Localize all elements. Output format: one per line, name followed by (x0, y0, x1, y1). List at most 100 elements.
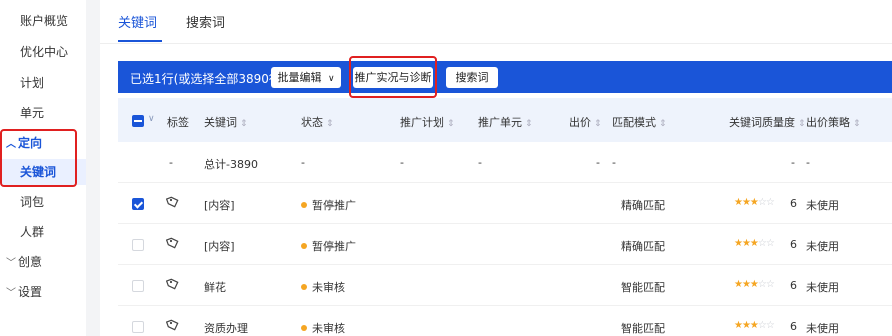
sort-icon: ⇕ (326, 119, 334, 129)
summary-bid: - (596, 156, 600, 169)
chevron-up-icon: ︿ (6, 139, 16, 150)
bulk-edit-button[interactable]: 批量编辑 ∨ (271, 67, 341, 88)
chevron-down-icon[interactable]: ∨ (148, 114, 155, 124)
keyword-cell: [内容] (204, 199, 235, 212)
sidebar-item-plan[interactable]: 计划 (0, 70, 86, 96)
table-header: ∨ 标签 关键词 ⇕ 状态 ⇕ 推广计划 ⇕ 推广单元 ⇕ 出价 ⇕ 匹配模式 ⇕ 关键词质… (118, 98, 892, 142)
column-header-label: 关键词 (204, 116, 237, 129)
quality-score: 6 (790, 238, 797, 251)
sort-icon: ⇕ (240, 119, 248, 129)
sidebar-item-label: 创意 (18, 255, 43, 269)
sort-icon: ⇕ (798, 119, 806, 129)
sort-icon: ⇕ (594, 119, 602, 129)
search-terms-button[interactable]: 搜索词 (446, 67, 498, 88)
column-header-bid-strategy[interactable]: 出价策略 ⇕ (806, 114, 861, 130)
quality-score: 6 (790, 279, 797, 292)
column-header-label: 状态 (301, 116, 323, 129)
diagnose-label: 推广实况与诊断 (354, 71, 432, 84)
sidebar-item-keywords[interactable]: 关键词 (0, 159, 86, 185)
summary-campaign: - (400, 156, 404, 169)
summary-bid-strategy: - (806, 156, 810, 169)
column-header-label: 出价 (569, 116, 591, 129)
sidebar-item-unit[interactable]: 单元 (0, 100, 86, 126)
summary-keyword-total: 总计-3890 (204, 158, 258, 171)
match-cell: 精确匹配 (621, 199, 665, 212)
keyword-cell: 资质办理 (204, 322, 248, 335)
status-text: 暂停推广 (312, 199, 356, 212)
status-text: 未审核 (312, 322, 345, 335)
column-header-campaign[interactable]: 推广计划 ⇕ (400, 114, 455, 130)
row-checkbox[interactable] (132, 280, 144, 292)
row-checkbox[interactable] (132, 198, 144, 210)
sidebar-item-label: 计划 (20, 76, 45, 90)
row-checkbox[interactable] (132, 321, 144, 333)
table-row[interactable]: 资质办理 未审核 智能匹配 ★★★☆☆ 6 未使用 (118, 306, 892, 336)
tag-icon[interactable] (166, 318, 180, 332)
column-header-tag: 标签 (167, 116, 189, 129)
tag-icon[interactable] (166, 236, 180, 250)
bulk-action-bar: 已选1行(或选择全部3890行) 批量编辑 ∨ 推广实况与诊断 搜索词 (118, 61, 892, 93)
column-header-bid[interactable]: 出价 ⇕ (569, 114, 602, 130)
tab-keywords[interactable]: 关键词 (118, 12, 157, 31)
tag-icon[interactable] (166, 277, 180, 291)
status-cell: 未审核 (301, 320, 345, 336)
sidebar-group-targeting[interactable]: ︿ 定向 (0, 130, 86, 156)
column-header-label: 推广计划 (400, 116, 444, 129)
table-row[interactable]: [内容] 暂停推广 精确匹配 ★★★☆☆ 6 未使用 (118, 183, 892, 224)
status-dot-icon (301, 243, 307, 249)
sidebar-item-audience[interactable]: 人群 (0, 219, 86, 245)
match-cell: 智能匹配 (621, 322, 665, 335)
quality-stars: ★★★☆☆ (734, 197, 775, 208)
status-text: 未审核 (312, 281, 345, 294)
tab-search-terms[interactable]: 搜索词 (186, 12, 225, 31)
sidebar-item-optimization-center[interactable]: 优化中心 (0, 39, 86, 65)
sort-icon: ⇕ (659, 119, 667, 129)
bid-strategy-cell: 未使用 (806, 199, 839, 212)
sidebar-item-word-package[interactable]: 词包 (0, 189, 86, 215)
main-panel: 关键词 搜索词 已选1行(或选择全部3890行) 批量编辑 ∨ 推广实况与诊断 … (100, 0, 892, 336)
column-header-label: 关键词质量度 (729, 116, 795, 129)
summary-adgroup: - (478, 156, 482, 169)
row-checkbox[interactable] (132, 239, 144, 251)
chevron-down-icon: ﹀ (6, 288, 16, 299)
summary-match: - (612, 156, 616, 169)
select-all-checkbox[interactable] (132, 115, 144, 127)
keyword-cell: [内容] (204, 240, 235, 253)
sidebar-item-label: 账户概览 (20, 14, 69, 28)
summary-quality: - (791, 156, 795, 169)
sort-icon: ⇕ (853, 119, 861, 129)
tag-icon[interactable] (166, 195, 180, 209)
status-cell: 暂停推广 (301, 197, 356, 213)
column-header-quality[interactable]: 关键词质量度 ⇕ (729, 114, 806, 130)
quality-score: 6 (790, 320, 797, 333)
column-header-adgroup[interactable]: 推广单元 ⇕ (478, 114, 533, 130)
sidebar-item-label: 人群 (20, 225, 45, 239)
column-header-status[interactable]: 状态 ⇕ (301, 114, 334, 130)
sidebar-item-label: 优化中心 (20, 45, 69, 59)
selection-summary: 已选1行(或选择全部3890行) (130, 72, 286, 86)
sidebar-item-label: 定向 (18, 136, 43, 150)
status-text: 暂停推广 (312, 240, 356, 253)
status-cell: 暂停推广 (301, 238, 356, 254)
sidebar-item-account-overview[interactable]: 账户概览 (0, 8, 86, 34)
tab-bar: 关键词 搜索词 (100, 0, 892, 44)
chevron-down-icon: ∨ (327, 74, 335, 84)
quality-score: 6 (790, 197, 797, 210)
bid-strategy-cell: 未使用 (806, 322, 839, 335)
diagnose-button[interactable]: 推广实况与诊断 (353, 67, 433, 88)
column-header-match-type[interactable]: 匹配模式 ⇕ (612, 114, 667, 130)
table-row[interactable]: [内容] 暂停推广 精确匹配 ★★★☆☆ 6 未使用 (118, 224, 892, 265)
sidebar-group-creative[interactable]: ﹀ 创意 (0, 249, 86, 275)
table-row[interactable]: 鲜花 未审核 智能匹配 ★★★☆☆ 6 未使用 (118, 265, 892, 306)
column-header-keyword[interactable]: 关键词 ⇕ (204, 114, 248, 130)
sidebar-group-settings[interactable]: ﹀ 设置 (0, 279, 86, 305)
sidebar-item-label: 单元 (20, 106, 45, 120)
sidebar-item-label: 设置 (18, 285, 43, 299)
bid-strategy-cell: 未使用 (806, 281, 839, 294)
sort-icon: ⇕ (447, 119, 455, 129)
sidebar-item-label: 词包 (20, 195, 45, 209)
sidebar-item-label: 关键词 (20, 165, 57, 179)
status-dot-icon (301, 325, 307, 331)
sort-icon: ⇕ (525, 119, 533, 129)
column-header-label: 出价策略 (806, 116, 850, 129)
